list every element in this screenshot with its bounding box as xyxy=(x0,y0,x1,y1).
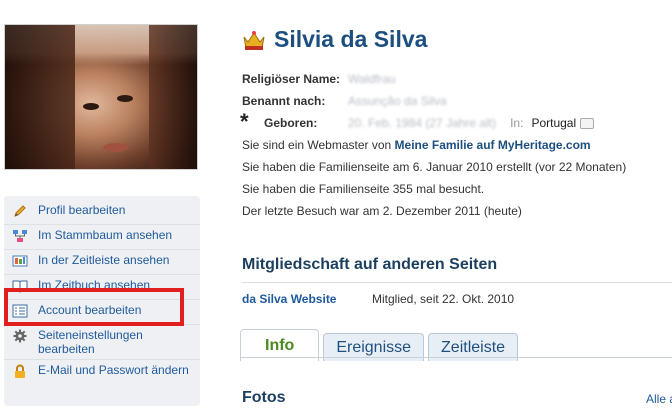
sidebar-item-timebook[interactable]: Im Zeitbuch ansehen xyxy=(4,275,200,300)
fact-label: Religiöser Name: xyxy=(242,72,341,86)
photo-eye-right xyxy=(117,95,133,102)
membership-site-link[interactable]: da Silva Website xyxy=(242,292,372,306)
sidebar-item-label: Seiteneinstellungen bearbeiten xyxy=(38,328,143,356)
sidebar-item-label: Im Zeitbuch ansehen xyxy=(38,278,151,292)
fact-named-after: Benannt nach: Assunção da Silva xyxy=(242,90,594,112)
fact-in-label: In: xyxy=(510,116,524,130)
profile-facts: Religiöser Name: Waldfrau Benannt nach: … xyxy=(242,68,595,134)
membership-row: da Silva Website Mitglied, seit 22. Okt.… xyxy=(242,292,514,306)
sidebar-item-family-tree[interactable]: Im Stammbaum ansehen xyxy=(4,225,200,250)
sidebar-item-timeline[interactable]: In der Zeitleiste ansehen xyxy=(4,250,200,275)
fact-value: Assunção da Silva xyxy=(348,94,447,108)
profile-header: Silvia da Silva xyxy=(242,26,427,53)
profile-photo[interactable] xyxy=(4,24,198,170)
sidebar-item-label: Account bearbeiten xyxy=(38,303,142,317)
photo-eye-left xyxy=(83,103,99,110)
timeline-icon xyxy=(12,253,28,269)
photo-hair-right xyxy=(149,25,197,169)
photos-title: Fotos xyxy=(242,389,286,406)
fact-value: Waldfrau xyxy=(348,72,396,86)
family-site-link[interactable]: Meine Familie auf MyHeritage.com xyxy=(395,138,591,152)
list-icon xyxy=(12,303,28,319)
sidebar-item-email-password[interactable]: E-Mail und Passwort ändern xyxy=(4,360,200,385)
divider xyxy=(242,282,672,283)
membership-title: Mitgliedschaft auf anderen Seiten xyxy=(242,256,498,273)
info-line-visits: Sie haben die Familienseite 355 mal besu… xyxy=(242,182,485,196)
fact-label: Benannt nach: xyxy=(242,94,326,108)
info-line-created: Sie haben die Familienseite am 6. Januar… xyxy=(242,160,627,174)
info-text: Sie sind ein Webmaster von xyxy=(242,138,392,152)
info-line-webmaster: Sie sind ein Webmaster von Meine Familie… xyxy=(242,137,626,159)
photos-all-link[interactable]: Alle a xyxy=(646,392,672,406)
photo-lips xyxy=(103,143,129,152)
fact-value: 20. Feb. 1984 (27 Jahre alt) xyxy=(348,116,497,130)
fact-born: Geboren: 20. Feb. 1984 (27 Jahre alt) In… xyxy=(242,112,595,134)
gear-icon xyxy=(12,328,28,344)
tree-icon xyxy=(12,228,28,244)
fact-religious-name: Religiöser Name: Waldfrau xyxy=(242,68,594,90)
sidebar-item-site-settings[interactable]: Seiteneinstellungen bearbeiten xyxy=(4,325,200,360)
profile-actions-menu: Profil bearbeiten Im Stammbaum ansehen I… xyxy=(4,196,200,406)
crown-icon xyxy=(242,29,266,51)
lock-icon xyxy=(12,363,28,379)
birth-star-icon: * xyxy=(240,109,249,134)
sidebar-item-edit-profile[interactable]: Profil bearbeiten xyxy=(4,200,200,225)
profile-name: Silvia da Silva xyxy=(274,26,428,52)
comment-icon[interactable] xyxy=(580,117,595,129)
photo-hair-left xyxy=(5,25,75,169)
info-line-last-visit: Der letzte Besuch war am 2. Dezember 201… xyxy=(242,204,522,218)
sidebar-item-label: Im Stammbaum ansehen xyxy=(38,228,173,242)
sidebar-item-edit-account[interactable]: Account bearbeiten xyxy=(4,300,200,325)
book-icon xyxy=(12,278,28,294)
pencil-icon xyxy=(12,203,28,219)
membership-status: Mitglied, seit 22. Okt. 2010 xyxy=(372,292,515,306)
family-site-info: Sie sind ein Webmaster von Meine Familie… xyxy=(242,137,626,225)
sidebar-item-label: In der Zeitleiste ansehen xyxy=(38,253,170,267)
fact-label: Geboren: xyxy=(264,116,318,130)
fact-place: Portugal xyxy=(531,116,577,130)
tabs-divider xyxy=(240,357,672,358)
sidebar-item-label: Profil bearbeiten xyxy=(38,203,126,217)
sidebar-item-label: E-Mail und Passwort ändern xyxy=(38,363,189,377)
